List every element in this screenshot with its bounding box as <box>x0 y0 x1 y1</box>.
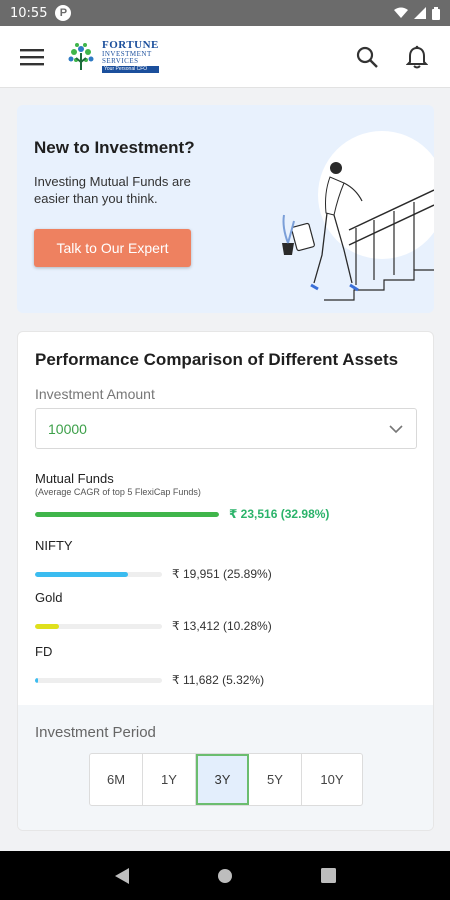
investment-period-section: Investment Period 6M 1Y 3Y 5Y 10Y <box>18 705 433 830</box>
progress-track <box>35 571 162 577</box>
back-icon[interactable] <box>114 867 130 885</box>
walking-person-illustration <box>282 131 434 301</box>
investment-amount-dropdown[interactable]: 10000 <box>35 408 417 449</box>
recents-icon[interactable] <box>321 868 337 883</box>
period-tab-3y[interactable]: 3Y <box>196 754 249 805</box>
asset-value: ₹ 19,951 (25.89%) <box>172 567 272 581</box>
hero-banner: New to Investment? Investing Mutual Fund… <box>17 105 434 313</box>
asset-gold: Gold ₹ 13,412 (10.28%) <box>35 590 417 633</box>
asset-name: Gold <box>35 590 63 605</box>
asset-name: Mutual Funds <box>35 471 114 486</box>
hero-title: New to Investment? <box>34 138 195 157</box>
asset-value: ₹ 13,412 (10.28%) <box>172 619 272 633</box>
asset-note: (Average CAGR of top 5 FlexiCap Funds) <box>35 487 201 497</box>
asset-value: ₹ 23,516 (32.98%) <box>229 507 330 521</box>
app-notification-icon: P <box>55 5 72 21</box>
brand-logo[interactable]: FORTUNE INVESTMENT SERVICES Your Persona… <box>64 40 159 74</box>
progress-track <box>35 511 219 517</box>
progress-track <box>35 677 162 683</box>
chevron-down-icon <box>389 424 403 433</box>
asset-name: FD <box>35 644 53 659</box>
app-bar: FORTUNE INVESTMENT SERVICES Your Persona… <box>0 26 450 88</box>
tree-logo-icon <box>68 42 94 70</box>
period-selector: 6M 1Y 3Y 5Y 10Y <box>89 753 363 806</box>
bell-icon <box>406 45 428 68</box>
investment-period-label: Investment Period <box>35 724 156 741</box>
signal-icon <box>414 7 426 19</box>
progress-track <box>35 623 162 629</box>
system-navigation-bar <box>0 851 450 900</box>
status-time: 10:55 <box>10 5 48 21</box>
asset-value: ₹ 11,682 (5.32%) <box>172 673 265 687</box>
progress-fill <box>35 511 219 517</box>
search-icon <box>356 46 378 68</box>
investment-amount-value: 10000 <box>48 420 87 437</box>
asset-nifty: NIFTY ₹ 19,951 (25.89%) <box>35 538 417 581</box>
progress-fill <box>35 623 60 629</box>
hero-subtitle: Investing Mutual Funds are easier than y… <box>34 174 191 206</box>
asset-fd: FD ₹ 11,682 (5.32%) <box>35 644 417 687</box>
wifi-icon <box>394 7 408 18</box>
home-icon[interactable] <box>217 868 233 884</box>
status-bar: 10:55 P <box>0 0 450 26</box>
period-tab-10y[interactable]: 10Y <box>302 754 362 805</box>
menu-icon <box>20 48 44 65</box>
period-tab-5y[interactable]: 5Y <box>249 754 302 805</box>
period-tab-6m[interactable]: 6M <box>90 754 143 805</box>
performance-title: Performance Comparison of Different Asse… <box>35 350 399 369</box>
menu-button[interactable] <box>0 26 64 88</box>
logo-line-3: SERVICES <box>102 57 139 65</box>
talk-to-expert-button[interactable]: Talk to Our Expert <box>34 229 191 267</box>
battery-icon <box>432 6 440 20</box>
period-tab-1y[interactable]: 1Y <box>143 754 196 805</box>
progress-fill <box>35 571 128 577</box>
asset-name: NIFTY <box>35 538 73 553</box>
performance-comparison-card: Performance Comparison of Different Asse… <box>17 331 434 831</box>
investment-amount-label: Investment Amount <box>35 386 155 402</box>
logo-tagline: Your Personal CFO <box>102 66 159 73</box>
asset-mutual-funds: Mutual Funds (Average CAGR of top 5 Flex… <box>35 471 417 521</box>
search-button[interactable] <box>352 42 382 72</box>
notifications-button[interactable] <box>402 42 432 72</box>
progress-fill <box>35 677 38 683</box>
status-icons <box>394 6 440 20</box>
